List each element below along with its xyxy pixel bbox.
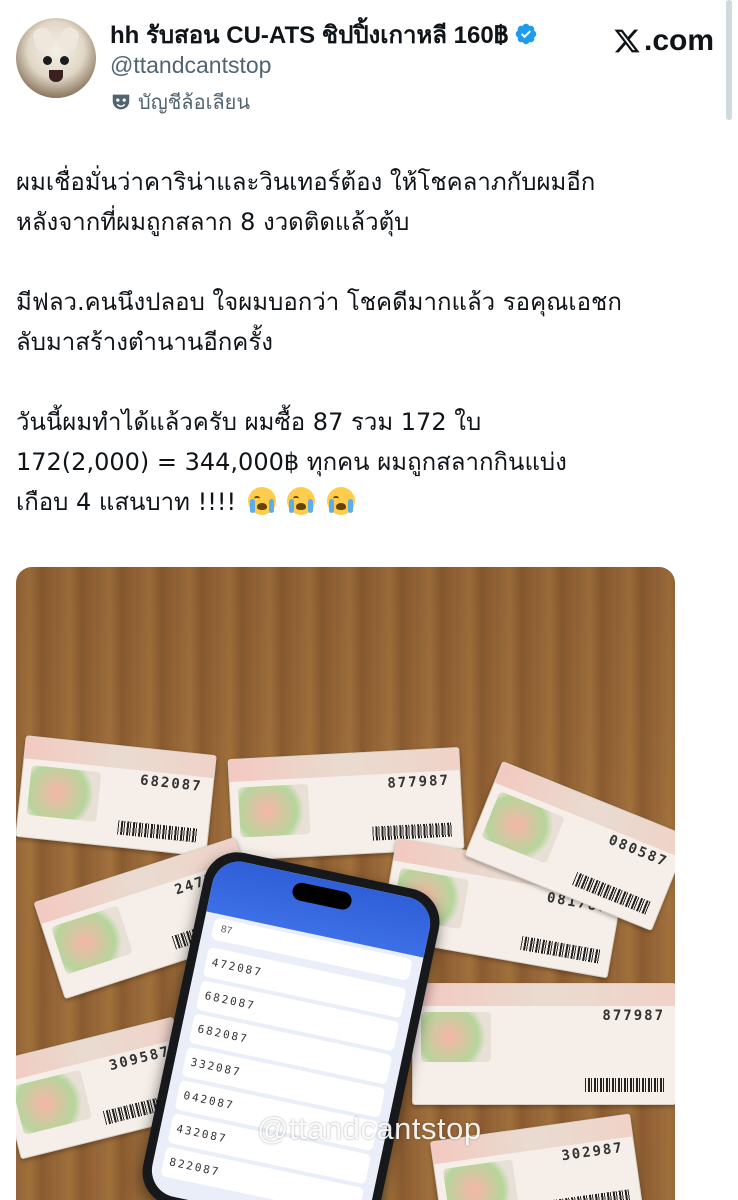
author-handle[interactable]: @ttandcantstop: [110, 52, 271, 79]
parody-label-row: บัญชีล้อเลียน: [110, 86, 250, 118]
lottery-ticket: 877987: [412, 983, 675, 1105]
display-name-row[interactable]: hh รับสอน CU-ATS ชิปปิ้งเกาหลี 160฿: [110, 18, 538, 50]
post-line: เกือบ 4 แสนบาท !!!!: [16, 488, 237, 516]
post-line: มีฟลว.คนนึงปลอบ ใจผมบอกว่า โชคดีมากแล้ว …: [16, 288, 622, 316]
avatar-ear: [56, 25, 82, 53]
crying-face-emoji-icon: [327, 487, 355, 515]
post-line-with-emoji: เกือบ 4 แสนบาท !!!!: [16, 482, 716, 522]
x-site-suffix: .com: [644, 24, 715, 57]
avatar[interactable]: [16, 18, 96, 98]
avatar-mouth: [49, 70, 63, 82]
verified-badge-icon: [516, 23, 537, 45]
post-header: hh รับสอน CU-ATS ชิปปิ้งเกาหลี 160฿ @tta…: [0, 0, 738, 120]
photo-watermark: @ttandcantstop: [257, 1111, 482, 1146]
x-logo[interactable]: .com: [612, 24, 714, 58]
crying-face-emoji-icon: [247, 487, 276, 515]
post-photo[interactable]: 682087 877987 247387 081787 080587 87798…: [16, 567, 675, 1200]
post-text: ผมเชื่อมั่นว่าคาริน่าและวินเทอร์ต้อง ให้…: [16, 162, 716, 522]
x-logo-icon: [614, 29, 640, 53]
avatar-eye: [43, 56, 52, 65]
ticket-number: 877987: [387, 772, 451, 792]
post-line: วันนี้ผมทำได้แล้วครับ ผมซื้อ 87 รวม 172 …: [16, 408, 482, 436]
lottery-ticket: 682087: [16, 735, 217, 857]
avatar-ear: [30, 25, 56, 53]
display-name[interactable]: hh รับสอน CU-ATS ชิปปิ้งเกาหลี 160฿: [110, 15, 508, 54]
crying-face-emoji-icon: [287, 487, 316, 515]
ticket-number: 877987: [602, 1008, 665, 1024]
post-line: หลังจากที่ผมถูกสลาก 8 งวดติดแล้วตุ้บ: [16, 208, 410, 236]
post-line: 172(2,000) = 344,000฿ ทุกคน ผมถูกสลากกิน…: [16, 448, 567, 476]
post-line: ลับมาสร้างตำนานอีกครั้ง: [16, 328, 273, 356]
parody-label: บัญชีล้อเลียน: [138, 90, 251, 114]
post-line: ผมเชื่อมั่นว่าคาริน่าและวินเทอร์ต้อง ให้…: [16, 168, 596, 196]
scrollbar[interactable]: [726, 0, 732, 120]
avatar-eye: [60, 56, 69, 65]
parody-mask-icon: [112, 94, 130, 110]
